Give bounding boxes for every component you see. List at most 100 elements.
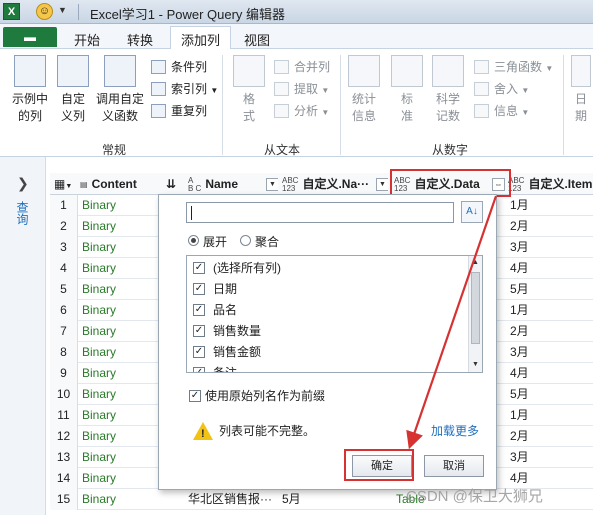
- standard-button[interactable]: 标 准: [390, 55, 424, 125]
- column-checklist: ✓ (选择所有列) ✓ 日期 ✓ 品名 ✓ 销售数量 ✓ 销售金额 ✓ 备注 ▲ ▼: [186, 255, 483, 373]
- cell-custom-item[interactable]: 2月: [510, 426, 529, 447]
- cell-content[interactable]: Binary: [82, 405, 116, 426]
- scrollbar[interactable]: ▲ ▼: [468, 256, 482, 372]
- aggregate-radio[interactable]: 聚合: [240, 233, 279, 250]
- rounding-button[interactable]: 舍入 ▼: [474, 80, 529, 98]
- tab-transform[interactable]: 转换: [127, 30, 153, 49]
- information-icon: [474, 104, 489, 118]
- cell-custom-item[interactable]: 2月: [510, 321, 529, 342]
- row-number: 8: [50, 342, 78, 363]
- duplicate-column-button[interactable]: 重复列: [151, 102, 207, 120]
- tab-view[interactable]: 视图: [244, 30, 270, 49]
- row-number: 13: [50, 447, 78, 468]
- cell-custom-item[interactable]: 1月: [510, 300, 529, 321]
- standard-ops-icon: [391, 55, 423, 87]
- conditional-column-button[interactable]: 条件列: [151, 58, 207, 76]
- row-number: 5: [50, 279, 78, 300]
- smiley-icon[interactable]: ☺: [36, 3, 53, 20]
- cell-custom-item[interactable]: 4月: [510, 258, 529, 279]
- sort-ascending-icon[interactable]: A↓: [461, 201, 483, 223]
- cell-content[interactable]: Binary: [82, 279, 116, 300]
- load-more-link[interactable]: 加载更多: [431, 422, 479, 440]
- checkbox-checked-icon: ✓: [189, 390, 201, 402]
- table-menu-icon[interactable]: ▦▼: [54, 173, 80, 195]
- use-prefix-checkbox[interactable]: ✓ 使用原始列名作为前缀: [189, 387, 325, 404]
- search-input[interactable]: [186, 202, 454, 223]
- tab-home[interactable]: 开始: [74, 30, 100, 49]
- cell-content[interactable]: Binary: [82, 300, 116, 321]
- cell-custom-item[interactable]: 4月: [510, 363, 529, 384]
- cell-custom-item[interactable]: 3月: [510, 342, 529, 363]
- cell-custom-item[interactable]: 1月: [510, 405, 529, 426]
- cell-custom-item[interactable]: 3月: [510, 447, 529, 468]
- cell-custom-item[interactable]: 2月: [510, 216, 529, 237]
- cell-content[interactable]: Binary: [82, 468, 116, 489]
- row-number: 6: [50, 300, 78, 321]
- column-examples-icon: [14, 55, 46, 87]
- highlight-box-ok-button: [344, 449, 414, 481]
- file-tab[interactable]: ▬: [3, 27, 57, 47]
- index-column-button[interactable]: 索引列 ▼: [151, 80, 218, 98]
- checklist-item[interactable]: ✓ 销售数量: [193, 321, 261, 342]
- chevron-right-icon[interactable]: ❯: [17, 175, 29, 192]
- column-from-examples-button[interactable]: 示例中 的列: [8, 55, 52, 125]
- custom-column-button[interactable]: 自定 义列: [56, 55, 90, 125]
- cell-content[interactable]: Binary: [82, 195, 116, 216]
- checklist-item[interactable]: ✓ 品名: [193, 300, 237, 321]
- cell-content[interactable]: Binary: [82, 489, 116, 510]
- statistics-button[interactable]: 统计 信息: [346, 55, 382, 125]
- column-header-custom-item[interactable]: ABC 123 自定义.Item: [508, 173, 593, 195]
- invoke-custom-function-button[interactable]: 调用自定 义函数: [94, 55, 146, 125]
- cell-content[interactable]: Binary: [82, 447, 116, 468]
- cell-content[interactable]: Binary: [82, 363, 116, 384]
- row-number: 2: [50, 216, 78, 237]
- checklist-item[interactable]: ✓ 备注: [193, 363, 237, 372]
- quick-access-dropdown-icon[interactable]: ▼: [58, 5, 67, 15]
- parse-button[interactable]: 分析 ▼: [274, 102, 329, 120]
- extract-button[interactable]: 提取 ▼: [274, 80, 329, 98]
- merge-columns-icon: [274, 60, 289, 74]
- filter-dropdown-icon[interactable]: ▼: [372, 173, 388, 195]
- merge-columns-button[interactable]: 合并列: [274, 58, 330, 76]
- information-button[interactable]: 信息 ▼: [474, 102, 529, 120]
- scroll-thumb[interactable]: [471, 272, 480, 344]
- cell-custom-item[interactable]: 5月: [510, 384, 529, 405]
- cell-custom-item[interactable]: 3月: [510, 237, 529, 258]
- cell-content[interactable]: Binary: [82, 342, 116, 363]
- cell-content[interactable]: Binary: [82, 384, 116, 405]
- function-icon: [104, 55, 136, 87]
- expand-radio[interactable]: 展开: [188, 233, 227, 250]
- format-button[interactable]: 格 式: [232, 55, 266, 125]
- row-number: 14: [50, 468, 78, 489]
- cell-content[interactable]: Binary: [82, 258, 116, 279]
- cell-content[interactable]: Binary: [82, 426, 116, 447]
- warning-message: 列表可能不完整。: [193, 422, 315, 443]
- expand-binary-icon[interactable]: ⇊: [166, 173, 184, 195]
- cell-content[interactable]: Binary: [82, 216, 116, 237]
- cell-name[interactable]: 华北区销售报···: [188, 489, 272, 510]
- cell-content[interactable]: Binary: [82, 321, 116, 342]
- filter-dropdown-icon[interactable]: ▼: [262, 173, 278, 195]
- cell-custom-name[interactable]: 5月: [282, 489, 301, 510]
- group-divider: [222, 55, 223, 155]
- checklist-item[interactable]: ✓ 销售金额: [193, 342, 261, 363]
- cell-custom-item[interactable]: 5月: [510, 279, 529, 300]
- queries-pane-label[interactable]: 查询: [14, 201, 31, 225]
- cell-content[interactable]: Binary: [82, 237, 116, 258]
- checklist-item-select-all[interactable]: ✓ (选择所有列): [193, 258, 281, 279]
- parse-icon: [274, 104, 289, 118]
- date-button[interactable]: 日 期: [570, 55, 592, 125]
- tab-add-column[interactable]: 添加列: [170, 26, 232, 50]
- index-column-icon: [151, 82, 166, 96]
- ribbon: 示例中 的列 自定 义列 调用自定 义函数 条件列 索引列 ▼ 重复列 常规 格…: [0, 49, 593, 157]
- dropdown-arrow-icon: ▼: [321, 86, 330, 95]
- cancel-button[interactable]: 取消: [424, 455, 484, 477]
- scientific-button[interactable]: 科学 记数: [430, 55, 466, 125]
- scroll-up-icon[interactable]: ▲: [469, 256, 482, 270]
- cell-custom-item[interactable]: 1月: [510, 195, 529, 216]
- checklist-item[interactable]: ✓ 日期: [193, 279, 237, 300]
- scroll-down-icon[interactable]: ▼: [469, 358, 482, 372]
- trigonometry-button[interactable]: 三角函数 ▼: [474, 58, 553, 76]
- expand-column-dialog: A↓ 展开 聚合 ✓ (选择所有列) ✓ 日期 ✓ 品名 ✓ 销售数量 ✓ 销售金额 ✓ 备…: [158, 194, 497, 490]
- ribbon-tabs: ▬ 开始 转换 添加列 视图: [0, 24, 593, 50]
